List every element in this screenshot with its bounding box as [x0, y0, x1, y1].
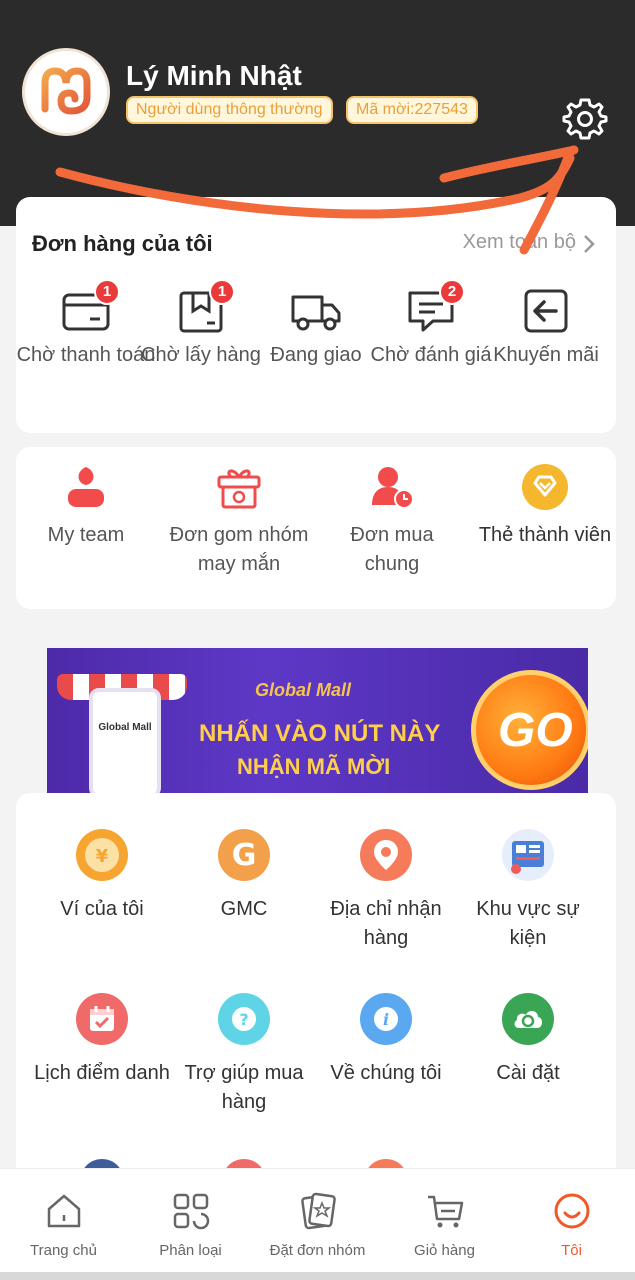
feature-label: Thẻ thành viên — [478, 524, 612, 546]
notification-badge: 1 — [209, 279, 235, 305]
orders-title: Đơn hàng của tôi — [32, 231, 213, 256]
nav-label: Giỏ hàng — [414, 1242, 475, 1259]
group-buy-icon — [368, 463, 416, 511]
nav-label: Trang chủ — [30, 1242, 97, 1259]
view-all-label: Xem toàn bộ — [462, 231, 576, 253]
group-order-icon — [300, 1192, 336, 1230]
view-all-orders-link[interactable]: Xem toàn bộ — [463, 231, 576, 254]
settings-cloud-icon — [502, 993, 554, 1045]
service-label: Cài đặt — [496, 1062, 560, 1084]
wallet-yen-icon: ¥ — [76, 829, 128, 881]
gift-icon — [215, 463, 263, 511]
service-label: Trợ giúp mua hàng — [184, 1062, 304, 1113]
nav-cart[interactable]: Giỏ hàng — [381, 1191, 508, 1259]
feature-my-team[interactable]: My team — [16, 463, 156, 550]
feature-label: My team — [47, 524, 125, 546]
home-icon — [47, 1194, 80, 1228]
services-card: ¥ Ví của tôi G GMC Địa chỉ nhận hàng Khu… — [16, 793, 616, 1213]
package-icon: 1 — [175, 279, 235, 335]
service-label: Địa chỉ nhận hàng — [330, 898, 442, 949]
nav-group-order[interactable]: Đặt đơn nhóm — [254, 1191, 381, 1259]
service-about-us[interactable]: i Về chúng tôi — [316, 993, 456, 1088]
gmc-icon: G — [218, 829, 270, 881]
feature-label: Đơn mua chung — [350, 524, 434, 575]
username: Lý Minh Nhật — [126, 60, 302, 91]
notification-badge: 2 — [439, 279, 465, 305]
chevron-right-icon — [584, 235, 595, 253]
nav-category[interactable]: Phân loại — [127, 1191, 254, 1259]
phone-brand-text: Global Mall — [98, 722, 152, 733]
feature-group-buy[interactable]: Đơn mua chung — [322, 463, 462, 579]
profile-header: Lý Minh Nhật Người dùng thông thường Mã … — [0, 0, 635, 226]
info-icon: i — [360, 993, 412, 1045]
review-icon: 2 — [405, 279, 465, 335]
event-icon — [502, 829, 554, 881]
orders-card: Đơn hàng của tôi Xem toàn bộ 1 Chờ thanh… — [16, 197, 616, 433]
profile-icon — [554, 1193, 589, 1229]
svg-text:?: ? — [239, 1010, 248, 1029]
service-label: Ví của tôi — [60, 898, 144, 920]
wallet-icon: 1 — [60, 279, 120, 335]
help-icon: ? — [218, 993, 270, 1045]
nav-home[interactable]: Trang chủ — [0, 1191, 127, 1259]
global-mall-logo-icon — [41, 67, 91, 115]
cart-icon — [427, 1195, 463, 1228]
truck-icon — [290, 287, 342, 335]
phone-graphic: Global Mall — [89, 688, 161, 793]
team-icon — [62, 463, 110, 511]
invite-code-badge[interactable]: Mã mời:227543 — [346, 96, 478, 124]
order-status-label: Khuyến mãi — [493, 344, 599, 366]
banner-headline: NHẤN VÀO NÚT NÀY — [199, 720, 441, 747]
service-label: Về chúng tôi — [330, 1062, 442, 1084]
nav-profile[interactable]: Tôi — [508, 1191, 635, 1259]
svg-text:i: i — [383, 1010, 389, 1029]
service-label: Lịch điểm danh — [34, 1062, 170, 1084]
go-button[interactable]: GO — [471, 670, 588, 790]
notification-badge: 1 — [94, 279, 120, 305]
service-label: Khu vực sự kiện — [476, 898, 580, 949]
features-card: My team Đơn gom nhóm may mắn Đơn mua chu… — [16, 447, 616, 609]
service-purchase-help[interactable]: ? Trợ giúp mua hàng — [174, 993, 314, 1117]
gear-icon[interactable] — [562, 96, 608, 142]
service-settings[interactable]: Cài đặt — [458, 993, 598, 1088]
return-icon — [520, 287, 572, 335]
system-gesture-bar — [0, 1272, 635, 1280]
banner-subheadline: NHẬN MÃ MỜI — [237, 754, 391, 779]
service-my-wallet[interactable]: ¥ Ví của tôi — [32, 829, 172, 924]
nav-label: Đặt đơn nhóm — [269, 1242, 366, 1259]
feature-membership[interactable]: Thẻ thành viên — [475, 463, 615, 550]
service-gmc[interactable]: G GMC — [174, 829, 314, 924]
membership-icon — [521, 463, 569, 511]
service-address[interactable]: Địa chỉ nhận hàng — [316, 829, 456, 953]
promo-banner[interactable]: Global Mall Global Mall NHẤN VÀO NÚT NÀY… — [47, 648, 588, 793]
service-label: GMC — [220, 898, 268, 920]
feature-lucky-group[interactable]: Đơn gom nhóm may mắn — [169, 463, 309, 579]
svg-text:¥: ¥ — [96, 846, 109, 867]
calendar-check-icon — [76, 993, 128, 1045]
service-event-area[interactable]: Khu vực sự kiện — [458, 829, 598, 953]
go-label: GO — [498, 704, 573, 757]
category-icon — [173, 1193, 209, 1230]
nav-label: Phân loại — [159, 1242, 222, 1259]
order-status-promotion[interactable]: Khuyến mãi — [476, 287, 616, 370]
bottom-navigation: Trang chủ Phân loại Đặt đơn nhóm Giỏ hàn… — [0, 1168, 635, 1272]
service-checkin-calendar[interactable]: Lịch điểm danh — [32, 993, 172, 1088]
location-icon — [360, 829, 412, 881]
avatar[interactable] — [22, 48, 110, 136]
nav-label: Tôi — [561, 1242, 582, 1259]
user-type-badge: Người dùng thông thường — [126, 96, 333, 124]
feature-label: Đơn gom nhóm may mắn — [169, 524, 309, 575]
banner-brand: Global Mall — [255, 680, 352, 700]
